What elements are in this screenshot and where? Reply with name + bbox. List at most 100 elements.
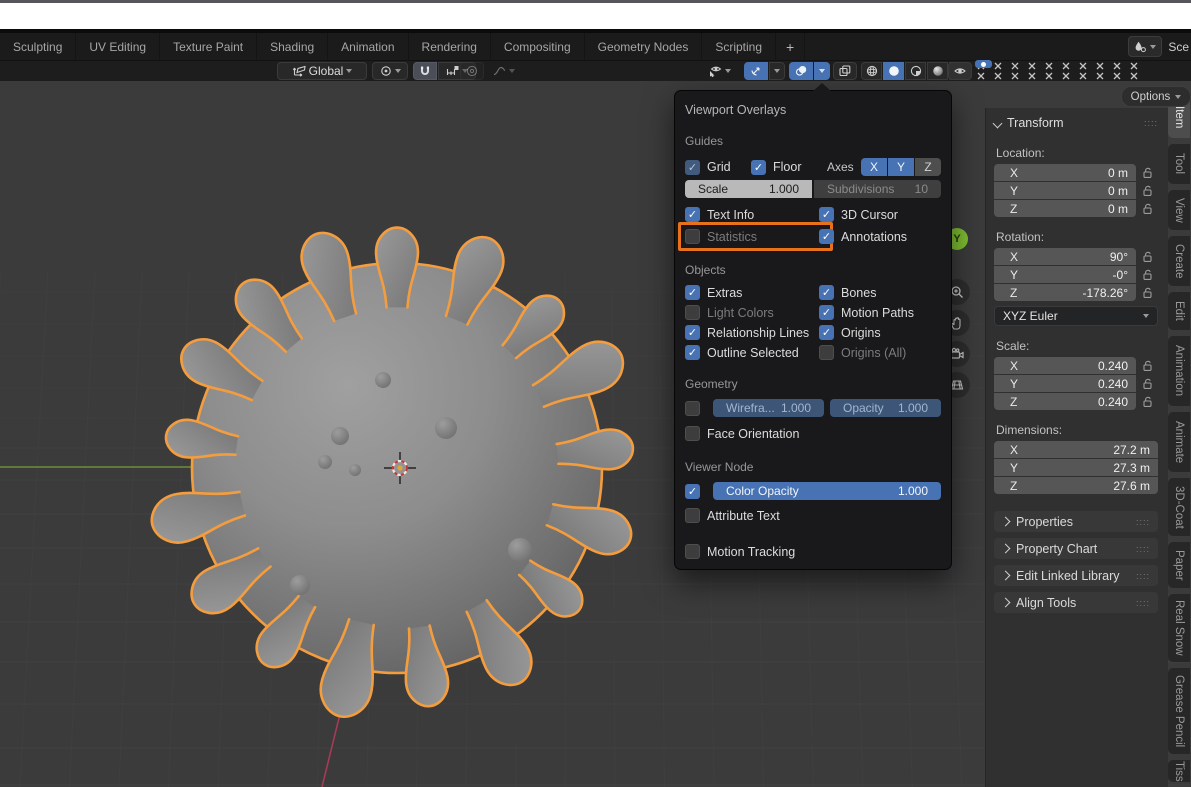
- checkbox-motion-tracking[interactable]: Motion Tracking: [685, 544, 795, 559]
- add-workspace-button[interactable]: +: [776, 33, 806, 60]
- workspace-tab-geometry-nodes[interactable]: Geometry Nodes: [585, 33, 703, 60]
- checkbox-face-orientation[interactable]: Face Orientation: [685, 426, 799, 441]
- show-overlays-button[interactable]: [789, 62, 813, 80]
- checkbox-statistics[interactable]: Statistics: [678, 222, 833, 251]
- field-dimensions-y[interactable]: Y 27.3 m: [994, 459, 1158, 476]
- checkbox-outline-selected[interactable]: ✓ Outline Selected: [685, 345, 819, 360]
- workspace-tab-compositing[interactable]: Compositing: [491, 33, 585, 60]
- workspace-tab-texture-paint[interactable]: Texture Paint: [160, 33, 258, 60]
- checkbox-relationship-lines[interactable]: ✓ Relationship Lines: [685, 325, 819, 340]
- clipped-icon[interactable]: [1079, 62, 1087, 80]
- transform-panel-header[interactable]: Transform ::::: [992, 116, 1158, 130]
- sidebar-tab-grease-pencil[interactable]: Grease Pencil: [1168, 668, 1190, 754]
- clipped-icon[interactable]: [1028, 62, 1036, 80]
- panel-header-edit-linked-library[interactable]: Edit Linked Library::::: [994, 565, 1158, 586]
- shading-wireframe-button[interactable]: [861, 62, 882, 80]
- workspace-tab-shading[interactable]: Shading: [257, 33, 329, 60]
- field-rotation-x[interactable]: X 90°: [994, 248, 1136, 265]
- clipped-icon[interactable]: [1130, 62, 1138, 80]
- overlays-dropdown-open[interactable]: [814, 62, 830, 80]
- clipped-icon[interactable]: [1045, 62, 1053, 80]
- sidebar-tab-tool[interactable]: Tool: [1168, 144, 1190, 184]
- sidebar-tab-animate[interactable]: Animate: [1168, 412, 1190, 472]
- lock-toggle[interactable]: [1136, 250, 1158, 263]
- checkbox-origins[interactable]: ✓ Origins: [819, 325, 941, 340]
- options-dropdown[interactable]: Options: [1121, 86, 1191, 107]
- clipped-icon[interactable]: [994, 62, 1002, 80]
- field-rotation-z[interactable]: Z -178.26°: [994, 284, 1136, 301]
- panel-header-property-chart[interactable]: Property Chart::::: [994, 538, 1158, 559]
- workspace-tab-sculpting[interactable]: Sculpting: [0, 33, 77, 60]
- shading-material-button[interactable]: [905, 62, 926, 80]
- sidebar-tab-3d-coat[interactable]: 3D-Coat: [1168, 478, 1190, 536]
- field-scale-z[interactable]: Z 0.240: [994, 393, 1136, 410]
- clipped-icon[interactable]: [1062, 62, 1070, 80]
- shading-solid-button[interactable]: [883, 62, 904, 80]
- slider-color-opacity[interactable]: Color Opacity 1.000: [713, 482, 941, 500]
- checkbox-3d-cursor[interactable]: ✓ 3D Cursor: [819, 207, 941, 222]
- checkbox-[interactable]: ✓: [685, 483, 707, 499]
- checkbox-motion-paths[interactable]: ✓ Motion Paths: [819, 305, 941, 320]
- slider-opacity[interactable]: Opacity 1.000: [830, 399, 941, 417]
- toggle-xray-button[interactable]: [833, 62, 857, 80]
- proportional-editing-button[interactable]: [460, 62, 484, 80]
- filter-eye-button[interactable]: [948, 62, 972, 80]
- sidebar-tab-view[interactable]: View: [1168, 190, 1190, 230]
- panel-drag-handle[interactable]: ::::: [1144, 118, 1158, 128]
- workspace-tab-animation[interactable]: Animation: [328, 33, 409, 60]
- gizmo-dropdown[interactable]: [769, 62, 785, 80]
- field-scale-x[interactable]: X 0.240: [994, 357, 1136, 374]
- pivot-point-dropdown[interactable]: [372, 62, 408, 80]
- slider-wirefra[interactable]: Wirefra... 1.000: [713, 399, 824, 417]
- show-gizmo-button[interactable]: [744, 62, 768, 80]
- slider-scale[interactable]: Scale 1.000: [685, 180, 812, 198]
- lock-toggle[interactable]: [1136, 268, 1158, 281]
- rotation-mode-dropdown[interactable]: XYZ Euler: [994, 306, 1158, 326]
- transform-orientation-dropdown[interactable]: Global: [277, 62, 367, 80]
- sidebar-tab-real-snow[interactable]: Real Snow: [1168, 594, 1190, 662]
- checkbox-annotations[interactable]: ✓ Annotations: [819, 229, 941, 244]
- panel-drag-handle[interactable]: ::::: [1136, 544, 1150, 554]
- clipped-icon[interactable]: [975, 60, 992, 80]
- lock-toggle[interactable]: [1136, 286, 1158, 299]
- field-location-y[interactable]: Y 0 m: [994, 182, 1136, 199]
- sidebar-tab-edit[interactable]: Edit: [1168, 292, 1190, 330]
- checkbox-grid[interactable]: ✓ Grid: [685, 159, 751, 175]
- field-scale-y[interactable]: Y 0.240: [994, 375, 1136, 392]
- snap-toggle-button[interactable]: [413, 62, 437, 80]
- checkbox-light-colors[interactable]: Light Colors: [685, 305, 819, 320]
- slider-subdivisions[interactable]: Subdivisions 10: [814, 180, 941, 198]
- checkbox-extras[interactable]: ✓ Extras: [685, 285, 819, 300]
- checkbox-floor[interactable]: ✓ Floor: [751, 159, 823, 175]
- lock-toggle[interactable]: [1136, 202, 1158, 215]
- panel-header-properties[interactable]: Properties::::: [994, 511, 1158, 532]
- field-dimensions-z[interactable]: Z 27.6 m: [994, 477, 1158, 494]
- workspace-tab-scripting[interactable]: Scripting: [702, 33, 777, 60]
- axis-toggle-z[interactable]: Z: [915, 158, 941, 176]
- sidebar-tab-paper[interactable]: Paper: [1168, 542, 1190, 588]
- clipped-icon[interactable]: [1011, 62, 1019, 80]
- checkbox-[interactable]: [685, 400, 707, 416]
- sidebar-tab-tiss[interactable]: Tiss: [1168, 760, 1190, 782]
- shading-rendered-button[interactable]: [927, 62, 948, 80]
- checkbox-origins-all[interactable]: Origins (All): [819, 345, 941, 360]
- axis-toggle-y[interactable]: Y: [888, 158, 914, 176]
- lock-toggle[interactable]: [1136, 395, 1158, 408]
- field-location-x[interactable]: X 0 m: [994, 164, 1136, 181]
- field-dimensions-x[interactable]: X 27.2 m: [994, 441, 1158, 458]
- panel-drag-handle[interactable]: ::::: [1136, 598, 1150, 608]
- blend-file-menu-button[interactable]: [1128, 36, 1163, 57]
- panel-drag-handle[interactable]: ::::: [1136, 517, 1150, 527]
- panel-drag-handle[interactable]: ::::: [1136, 571, 1150, 581]
- checkbox-bones[interactable]: ✓ Bones: [819, 285, 941, 300]
- axis-toggle-x[interactable]: X: [861, 158, 887, 176]
- field-location-z[interactable]: Z 0 m: [994, 200, 1136, 217]
- falloff-dropdown[interactable]: [487, 62, 521, 80]
- lock-toggle[interactable]: [1136, 359, 1158, 372]
- lock-toggle[interactable]: [1136, 184, 1158, 197]
- clipped-icon[interactable]: [1113, 62, 1121, 80]
- workspace-tab-rendering[interactable]: Rendering: [409, 33, 491, 60]
- sidebar-tab-animation[interactable]: Animation: [1168, 336, 1190, 406]
- field-rotation-y[interactable]: Y -0°: [994, 266, 1136, 283]
- lock-toggle[interactable]: [1136, 166, 1158, 179]
